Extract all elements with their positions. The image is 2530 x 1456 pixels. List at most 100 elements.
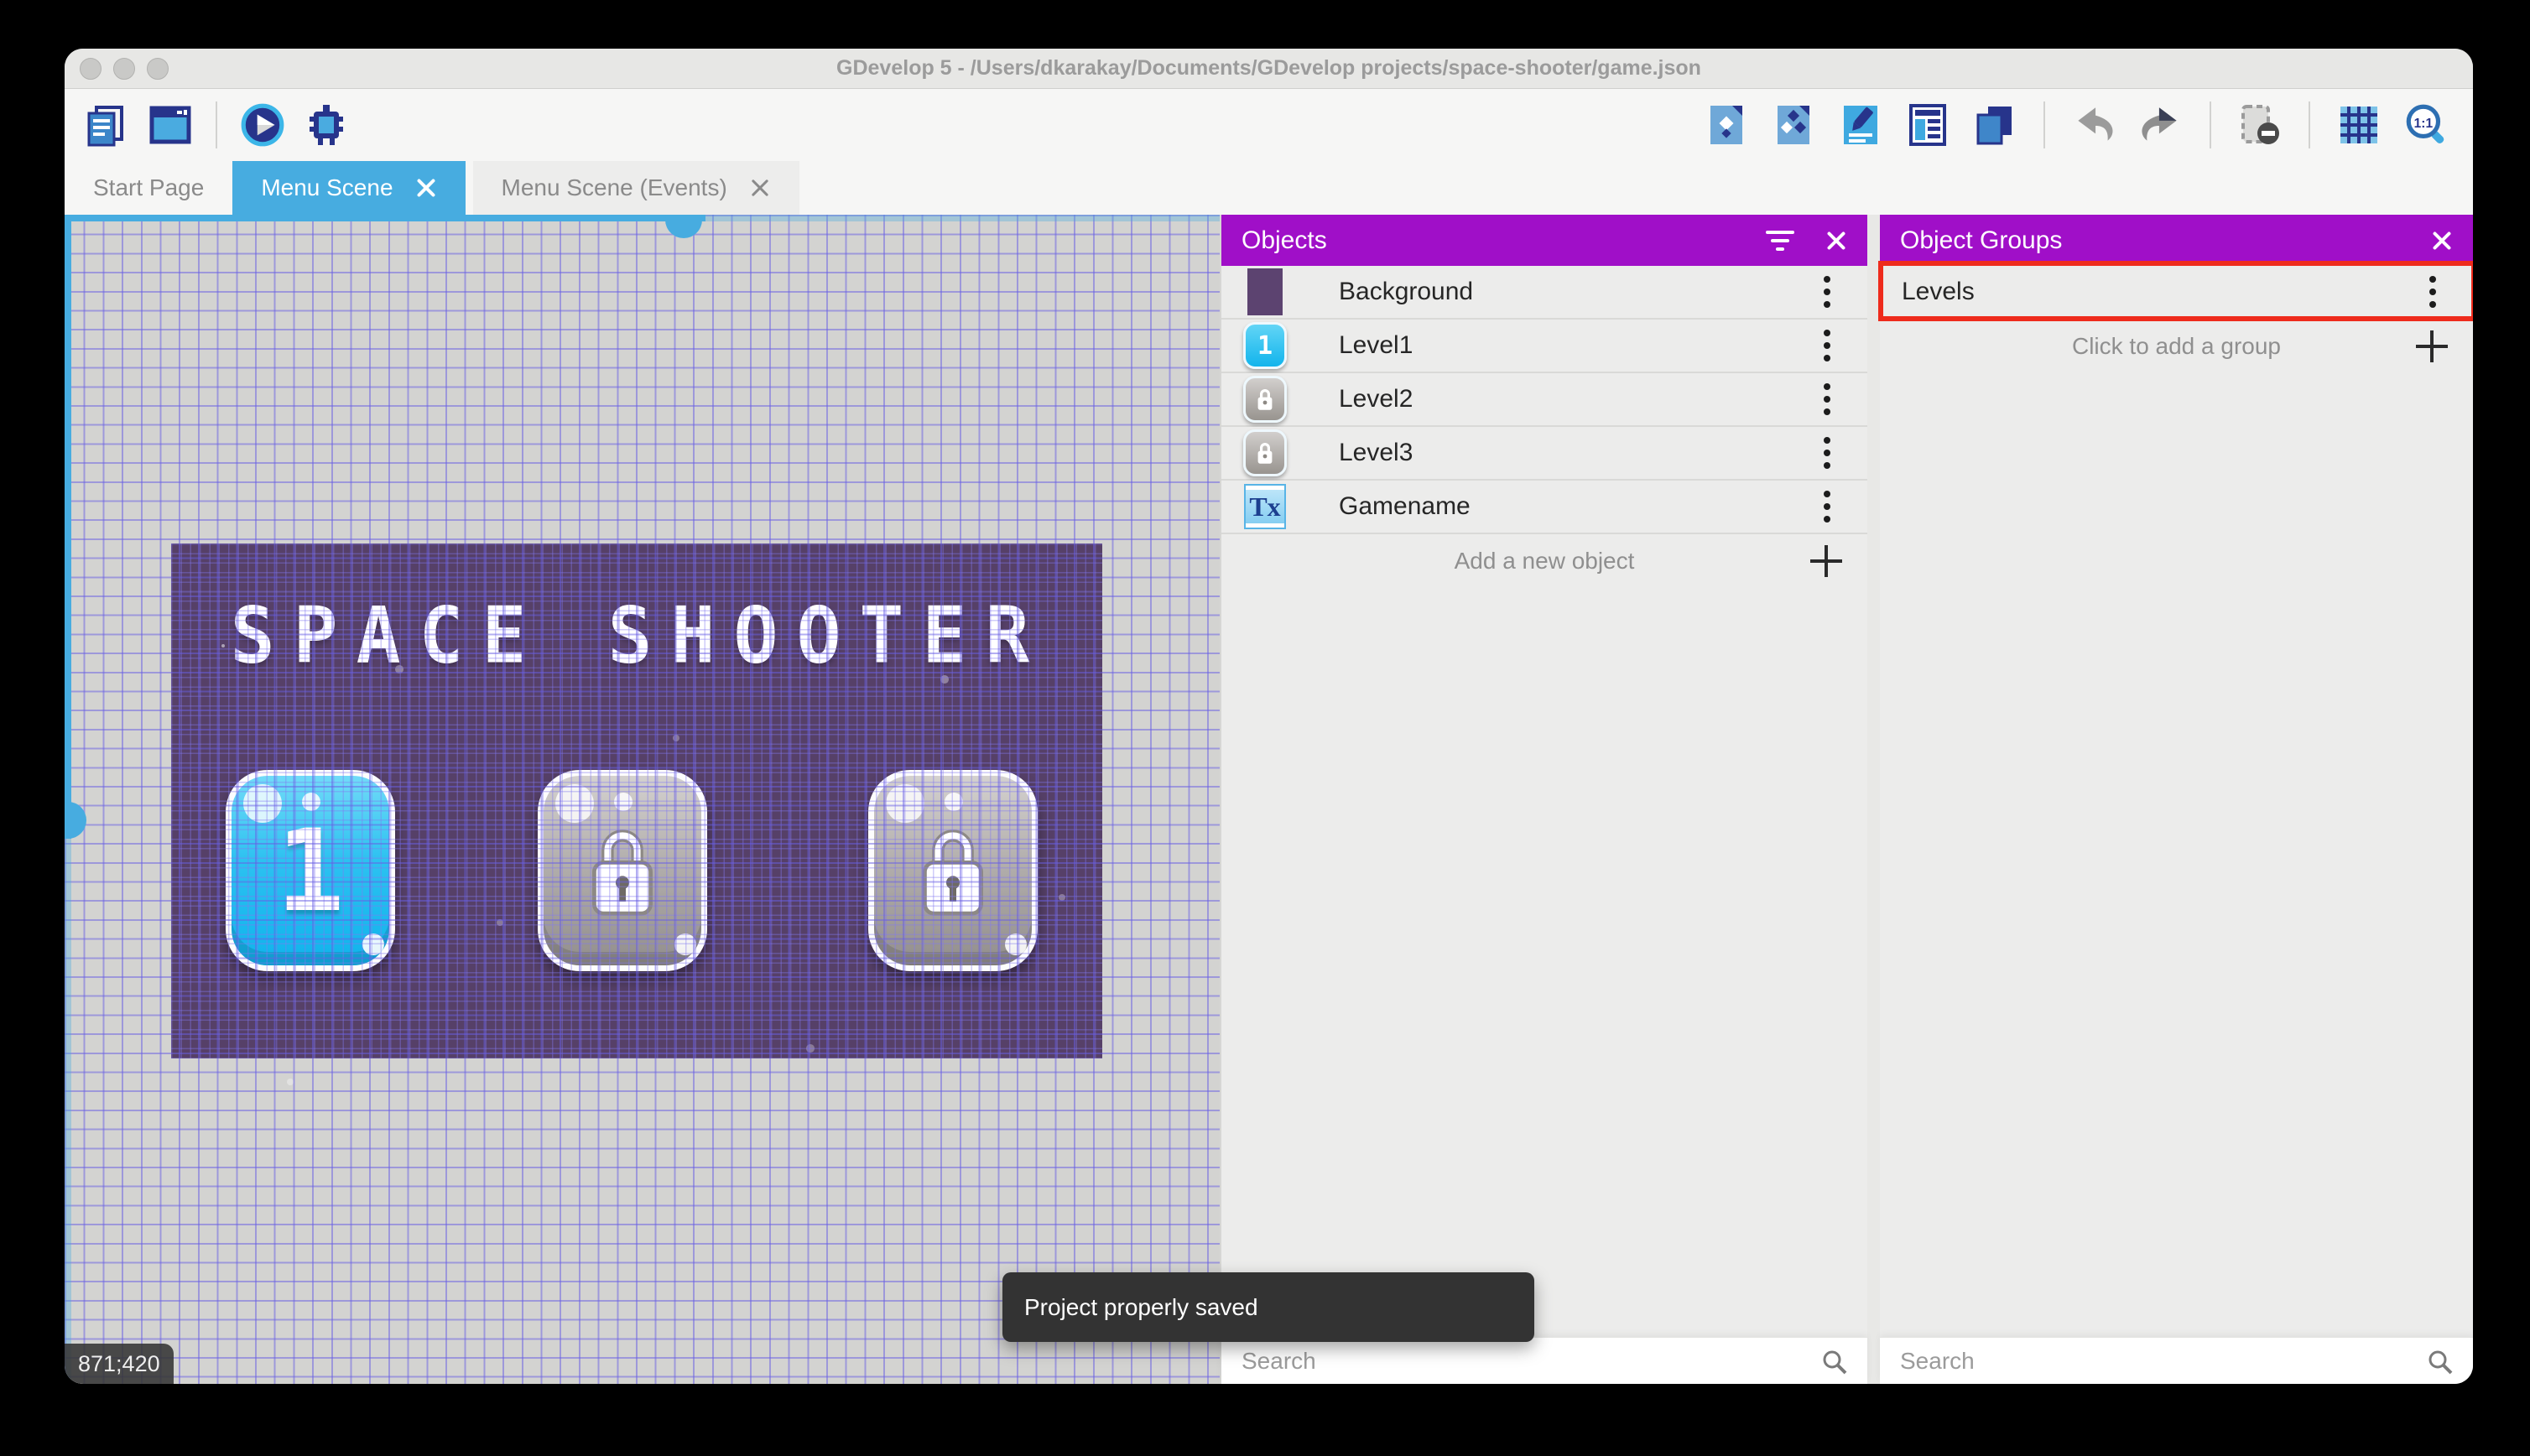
vertical-scrollbar-track — [65, 215, 71, 839]
lock-icon — [1257, 389, 1273, 410]
object-name: Level1 — [1339, 331, 1413, 359]
objects-search-input[interactable] — [1221, 1338, 1867, 1384]
vertical-scrollbar[interactable] — [65, 215, 86, 1384]
instances-list-icon[interactable] — [1903, 100, 1953, 150]
text-object-thumbnail: Tx — [1244, 484, 1286, 529]
plus-icon[interactable] — [2416, 330, 2448, 362]
grid-icon[interactable] — [2334, 100, 2384, 150]
lock-icon — [923, 829, 983, 916]
object-row-background[interactable]: Background — [1221, 266, 1867, 320]
objects-panel-title: Objects — [1242, 226, 1327, 254]
toolbar-left-group — [81, 100, 351, 150]
object-menu-icon[interactable] — [1824, 503, 1830, 510]
scene-editor-icon[interactable] — [145, 100, 195, 150]
search-icon — [1823, 1350, 1847, 1375]
groups-search-input[interactable] — [1880, 1338, 2473, 1384]
objects-panel-empty-area — [1221, 588, 1867, 1337]
object-row-level3[interactable]: Level3 — [1221, 427, 1867, 481]
tab-bar: Start Page Menu Scene Menu Scene (Events… — [65, 161, 2473, 215]
add-object-row[interactable]: Add a new object — [1221, 534, 1867, 588]
zoom-1-1-icon[interactable]: 1:1 — [2401, 100, 2451, 150]
add-group-label: Click to add a group — [2071, 333, 2282, 359]
object-menu-icon[interactable] — [1824, 396, 1830, 403]
object-row-level2[interactable]: Level2 — [1221, 373, 1867, 427]
objects-panel: Objects Background 1 Level1 Level2 Level… — [1220, 215, 1867, 1384]
level3-thumbnail — [1243, 429, 1287, 476]
toolbar-divider — [2043, 101, 2045, 148]
object-name: Level2 — [1339, 385, 1413, 413]
objects-panel-header: Objects — [1221, 215, 1867, 266]
object-row-gamename[interactable]: Tx Gamename — [1221, 481, 1867, 534]
toolbar-divider — [2309, 101, 2310, 148]
tab-start-page[interactable]: Start Page — [65, 161, 233, 215]
close-panel-icon[interactable] — [1825, 230, 1847, 252]
filter-icon[interactable] — [1763, 230, 1797, 251]
plus-icon[interactable] — [1810, 545, 1842, 577]
vertical-scrollbar-handle[interactable] — [65, 802, 86, 839]
lock-icon — [592, 829, 653, 916]
toggle-mask-icon[interactable] — [2235, 100, 2285, 150]
objects-editor-icon[interactable] — [1701, 100, 1752, 150]
horizontal-scrollbar-handle[interactable] — [665, 215, 702, 238]
tab-menu-scene-events[interactable]: Menu Scene (Events) — [472, 161, 799, 215]
object-name: Gamename — [1339, 492, 1471, 520]
toolbar-divider — [2210, 101, 2211, 148]
object-groups-panel: Object Groups Levels Click to add a grou… — [1878, 215, 2473, 1384]
level2-thumbnail — [1243, 376, 1287, 423]
object-row-level1[interactable]: 1 Level1 — [1221, 320, 1867, 373]
toolbar-right-group: 1:1 — [1701, 100, 2451, 150]
tab-menu-scene[interactable]: Menu Scene — [232, 161, 466, 215]
scene-canvas[interactable]: SPACE SHOOTER 1 871;420 — [65, 215, 1220, 1384]
toast-message: Project properly saved — [1024, 1293, 1258, 1320]
object-groups-panel-header: Object Groups — [1880, 215, 2473, 266]
horizontal-scrollbar-track — [65, 215, 705, 221]
play-icon[interactable] — [237, 100, 288, 150]
main-toolbar: 1:1 — [65, 89, 2473, 161]
object-menu-icon[interactable] — [1824, 450, 1830, 456]
group-name: Levels — [1902, 278, 1975, 305]
undo-icon[interactable] — [2069, 100, 2119, 150]
object-menu-icon[interactable] — [1824, 289, 1830, 295]
search-icon — [2428, 1350, 2453, 1375]
background-thumbnail — [1247, 268, 1283, 315]
redo-icon[interactable] — [2136, 100, 2186, 150]
tab-close-icon[interactable] — [749, 177, 771, 199]
scene-title-instance[interactable]: SPACE SHOOTER — [205, 590, 1074, 680]
tab-label: Menu Scene — [261, 174, 393, 200]
tab-close-icon[interactable] — [415, 177, 437, 199]
main-content: SPACE SHOOTER 1 871;420 Objects Backgrou… — [65, 215, 2473, 1384]
scene-background-instance[interactable]: SPACE SHOOTER 1 — [171, 543, 1102, 1058]
group-menu-icon[interactable] — [2429, 289, 2436, 295]
properties-icon[interactable] — [1835, 100, 1886, 150]
add-object-label: Add a new object — [1454, 548, 1635, 574]
tab-label: Menu Scene (Events) — [501, 174, 727, 200]
lock-icon — [1257, 443, 1273, 464]
debug-icon[interactable] — [301, 100, 351, 150]
level3-button-instance[interactable] — [868, 770, 1038, 971]
group-row-levels[interactable]: Levels — [1878, 261, 2473, 321]
layers-icon[interactable] — [1970, 100, 2020, 150]
object-groups-empty-area — [1880, 373, 2473, 1337]
objects-search-bar — [1221, 1337, 1867, 1384]
level2-button-instance[interactable] — [538, 770, 707, 971]
project-manager-icon[interactable] — [81, 100, 132, 150]
horizontal-scrollbar[interactable] — [65, 215, 1220, 238]
close-panel-icon[interactable] — [2431, 230, 2453, 252]
add-group-row[interactable]: Click to add a group — [1880, 320, 2473, 373]
tab-label: Start Page — [93, 174, 205, 200]
object-groups-icon[interactable] — [1768, 100, 1819, 150]
object-groups-panel-title: Object Groups — [1900, 226, 2063, 254]
window-title: GDevelop 5 - /Users/dkarakay/Documents/G… — [836, 56, 1701, 80]
title-bar: GDevelop 5 - /Users/dkarakay/Documents/G… — [65, 49, 2473, 89]
panel-divider[interactable] — [1867, 215, 1880, 1384]
save-toast: Project properly saved — [1002, 1272, 1534, 1342]
svg-text:1:1: 1:1 — [2414, 117, 2434, 131]
object-name: Level3 — [1339, 439, 1413, 466]
object-name: Background — [1339, 278, 1474, 305]
gdevelop-window: GDevelop 5 - /Users/dkarakay/Documents/G… — [65, 49, 2473, 1384]
object-menu-icon[interactable] — [1824, 342, 1830, 349]
level1-button-instance[interactable]: 1 — [226, 770, 395, 971]
cursor-coordinates-badge: 871;420 — [65, 1344, 174, 1384]
level1-thumbnail: 1 — [1243, 322, 1287, 369]
tab-gap — [465, 161, 473, 215]
